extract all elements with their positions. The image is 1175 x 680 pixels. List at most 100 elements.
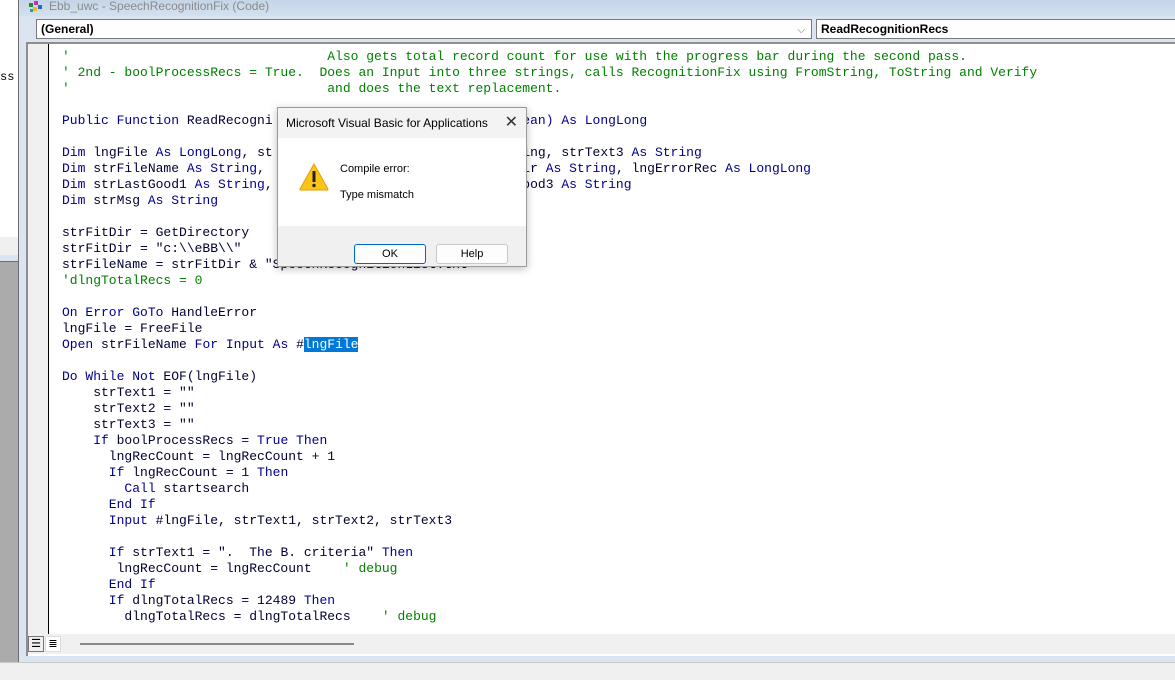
code-line[interactable]: Call startsearch (62, 481, 1037, 497)
code-line[interactable]: strFitDir = GetDirectory (62, 225, 1037, 241)
code-token: #lngFile, strText1, strText2, strText3 (155, 513, 453, 528)
code-token: strText3 = "" (62, 417, 195, 432)
code-token: ' Also gets total record count for use w… (62, 49, 967, 64)
code-token: , lngErrorRec (615, 161, 726, 176)
code-token: For Input As (194, 337, 297, 352)
code-token: ReadRecogni (186, 113, 273, 128)
code-line[interactable]: dlngTotalRecs = dlngTotalRecs ' debug (62, 609, 1037, 625)
code-token: HandleError (171, 305, 258, 320)
code-token: Input (62, 513, 156, 528)
code-token: strText2 = "" (62, 401, 195, 416)
code-token: Then (257, 465, 289, 480)
code-line[interactable]: End If (62, 577, 1037, 593)
code-line[interactable]: On Error GoTo HandleError (62, 305, 1037, 321)
code-line[interactable] (62, 129, 1037, 145)
procedure-combobox[interactable]: ReadRecognitionRecs (816, 19, 1175, 39)
code-token: As LongLong (561, 113, 648, 128)
margin-indicator-bar[interactable] (28, 44, 49, 634)
code-line[interactable]: strText2 = "" (62, 401, 1037, 417)
full-module-view-button[interactable]: ≣ (45, 636, 61, 652)
code-line[interactable] (62, 529, 1037, 545)
code-token: startsearch (163, 481, 250, 496)
code-line[interactable]: End If (62, 497, 1037, 513)
code-token: dlngTotalRecs = 12489 (132, 593, 304, 608)
code-token: Call (62, 481, 164, 496)
code-line[interactable]: 'dlngTotalRecs = 0 (62, 273, 1037, 289)
code-token: strMsg (93, 193, 148, 208)
chevron-down-icon[interactable]: ⌵ (797, 22, 805, 40)
code-line[interactable]: Dim strMsg As String (62, 193, 1037, 209)
code-token: strFitDir = GetDirectory (62, 225, 250, 240)
close-icon[interactable]: ✕ (505, 112, 518, 132)
code-line[interactable]: lngFile = FreeFile (62, 321, 1037, 337)
code-text[interactable]: ' Also gets total record count for use w… (62, 49, 1037, 625)
horizontal-scrollbar[interactable] (80, 643, 354, 645)
procedure-view-button[interactable]: ☰ (28, 636, 44, 652)
code-token: True Then (257, 433, 328, 448)
error-dialog: Microsoft Visual Basic for Applications … (277, 107, 527, 267)
code-line[interactable]: ' 2nd - boolProcessRecs = True. Does an … (62, 65, 1037, 81)
status-bar (0, 662, 1175, 680)
code-token: lngFile = FreeFile (62, 321, 203, 336)
code-line[interactable]: If dlngTotalRecs = 12489 Then (62, 593, 1037, 609)
object-combobox[interactable]: (General) ⌵ (36, 19, 812, 39)
code-line[interactable]: Dim lngFile As LongLong, st tring, strTe… (62, 145, 1037, 161)
ok-button[interactable]: OK (354, 244, 426, 264)
code-line[interactable] (62, 289, 1037, 305)
code-token: Dim (62, 177, 94, 192)
code-line[interactable]: Do While Not EOF(lngFile) (62, 369, 1037, 385)
code-token: Dim (62, 193, 94, 208)
code-line[interactable] (62, 209, 1037, 225)
code-line[interactable]: Input #lngFile, strText1, strText2, strT… (62, 513, 1037, 529)
code-line[interactable]: lngRecCount = lngRecCount ' debug (62, 561, 1037, 577)
code-token: strText1 = ". The B. criteria" (132, 545, 382, 560)
code-line[interactable] (62, 353, 1037, 369)
code-token: As String (561, 177, 632, 192)
code-window-titlebar[interactable]: Ebb_uwc - SpeechRecognitionFix (Code) (19, 0, 1175, 16)
code-line[interactable]: Dim strLastGood1 As String, tGood3 As St… (62, 177, 1037, 193)
code-line[interactable]: strFileName = strFitDir & "SpeechRecogni… (62, 257, 1037, 273)
code-line[interactable]: If lngRecCount = 1 Then (62, 465, 1037, 481)
code-line[interactable]: Dim strFileName As String, Dir As String… (62, 161, 1037, 177)
code-token: EOF(lngFile) (163, 369, 258, 384)
code-editor[interactable]: ' Also gets total record count for use w… (26, 42, 1175, 656)
background-window-text: ss (0, 70, 15, 84)
procedure-combobox-value: ReadRecognitionRecs (821, 22, 949, 36)
code-line[interactable] (62, 97, 1037, 113)
code-line[interactable]: strText3 = "" (62, 417, 1037, 433)
editor-bottom-bar: ☰ ≣ (28, 634, 1175, 654)
code-token: lngRecCount = lngRecCount + 1 (62, 449, 336, 464)
code-line[interactable]: If strText1 = ". The B. criteria" Then (62, 545, 1037, 561)
dialog-titlebar[interactable]: Microsoft Visual Basic for Applications … (278, 108, 526, 138)
code-token: strFileName (101, 337, 195, 352)
code-token: As String (147, 193, 219, 208)
code-line[interactable]: strFitDir = "c:\\eBB\\" (62, 241, 1037, 257)
code-token: dlngTotalRecs = dlngTotalRecs (62, 609, 382, 624)
code-token: Then (381, 545, 414, 560)
help-button[interactable]: Help (436, 244, 508, 264)
code-token: On Error GoTo (62, 305, 172, 320)
code-token: lngRecCount = lngRecCount (62, 561, 343, 576)
code-token: ' and does the text replacement. (62, 81, 562, 96)
code-token: If (62, 593, 133, 608)
code-token: As LongLong (155, 145, 242, 160)
code-token: lngFile (93, 145, 156, 160)
code-line[interactable]: strText1 = "" (62, 385, 1037, 401)
code-line[interactable]: lngRecCount = lngRecCount + 1 (62, 449, 1037, 465)
code-line[interactable]: Open strFileName For Input As #lngFile (62, 337, 1037, 353)
code-token: End If (62, 577, 156, 592)
code-token: strFitDir = "c:\\eBB\\" (62, 241, 242, 256)
code-window: Ebb_uwc - SpeechRecognitionFix (Code) (G… (18, 0, 1175, 662)
selected-text: lngFile (303, 337, 359, 352)
code-token: As String (545, 161, 616, 176)
dialog-title: Microsoft Visual Basic for Applications (286, 116, 488, 130)
code-line[interactable]: Public Function ReadRecogni lean) As Lon… (62, 113, 1037, 129)
object-combobox-value: (General) (41, 22, 94, 36)
background-area (0, 262, 18, 642)
code-line[interactable]: If boolProcessRecs = True Then (62, 433, 1037, 449)
code-token: As String (631, 145, 702, 160)
dialog-footer: OK Help (278, 226, 526, 266)
code-token: strLastGood1 (93, 177, 195, 192)
code-line[interactable]: ' and does the text replacement. (62, 81, 1037, 97)
code-line[interactable]: ' Also gets total record count for use w… (62, 49, 1037, 65)
